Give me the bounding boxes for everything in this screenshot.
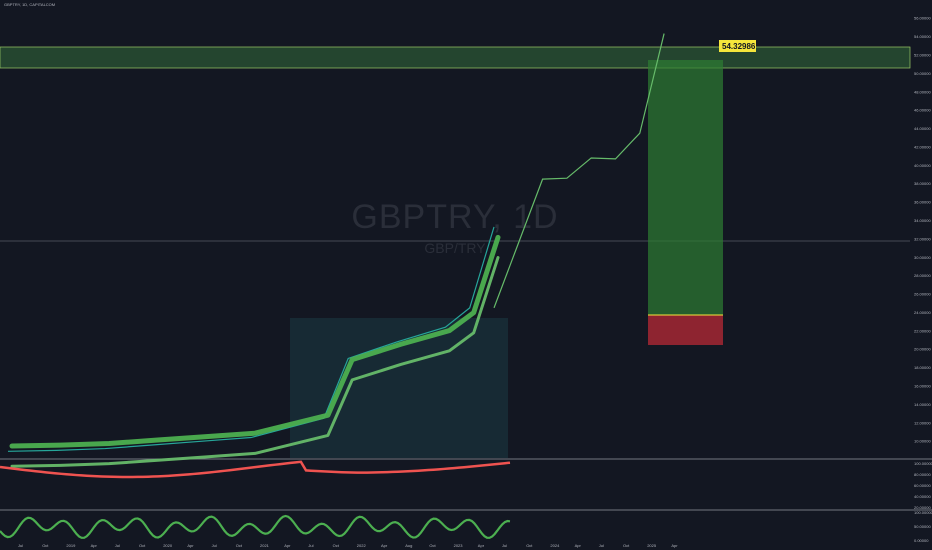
time-tick-label: Oct <box>429 543 436 548</box>
price-tick-label: 52.00000 <box>914 52 931 57</box>
time-tick-label: Aug <box>405 543 412 548</box>
time-tick-label: Jul <box>308 543 313 548</box>
time-tick-label: 2022 <box>357 543 367 548</box>
price-tick-label: 42.00000 <box>914 144 931 149</box>
indicator1-tick-label: 40.00000 <box>914 494 931 499</box>
time-tick-label: Apr <box>575 543 582 548</box>
price-tick-label: 16.00000 <box>914 384 931 389</box>
time-tick-label: 2024 <box>550 543 560 548</box>
projection-path <box>493 33 665 309</box>
time-tick-label: 2020 <box>163 543 173 548</box>
time-tick-label: Apr <box>671 543 678 548</box>
price-tick-label: 50.00000 <box>914 71 931 76</box>
time-tick-label: Oct <box>526 543 533 548</box>
resistance-zone <box>0 46 911 69</box>
price-tick-label: 24.00000 <box>914 310 931 315</box>
price-tick-label: 26.00000 <box>914 292 931 297</box>
price-tick-label: 10.00000 <box>914 439 931 444</box>
time-tick-label: Jul <box>18 543 23 548</box>
indicator2-tick-label: 50.00000 <box>914 524 931 529</box>
indicator2-tick-label: 0.00000 <box>914 538 929 543</box>
time-tick-label: Oct <box>42 543 49 548</box>
price-tick-label: 30.00000 <box>914 255 931 260</box>
time-tick-label: Jul <box>212 543 217 548</box>
price-tick-label: 34.00000 <box>914 218 931 223</box>
time-tick-label: 2025 <box>647 543 657 548</box>
price-tick-label: 22.00000 <box>914 328 931 333</box>
price-tick-label: 14.00000 <box>914 402 931 407</box>
price-tick-label: 48.00000 <box>914 89 931 94</box>
time-tick-label: Oct <box>236 543 243 548</box>
price-tick-label: 46.00000 <box>914 108 931 113</box>
time-tick-label: Jul <box>599 543 604 548</box>
position-stop-zone <box>648 315 723 345</box>
price-chart[interactable]: 56.00000 54.00000 52.00000 50.00000 48.00000… <box>0 0 932 550</box>
price-tick-label: 56.00000 <box>914 16 931 21</box>
time-tick-label: Apr <box>284 543 291 548</box>
price-tick-label: 38.00000 <box>914 181 931 186</box>
time-tick-label: Jul <box>115 543 120 548</box>
time-tick-label: Oct <box>139 543 146 548</box>
time-tick-label: Apr <box>91 543 98 548</box>
price-tick-label: 54.00000 <box>914 34 931 39</box>
price-tick-label: 12.00000 <box>914 420 931 425</box>
time-tick-label: 2019 <box>66 543 76 548</box>
price-tick-label: 20.00000 <box>914 347 931 352</box>
position-profit-zone <box>648 60 723 315</box>
price-tick-label: 44.00000 <box>914 126 931 131</box>
indicator2-tick-label: 100.00000 <box>914 510 932 515</box>
time-tick-label: Apr <box>381 543 388 548</box>
time-tick-label: Oct <box>623 543 630 548</box>
price-tick-label: 36.00000 <box>914 200 931 205</box>
time-tick-label: Jul <box>502 543 507 548</box>
time-tick-label: Apr <box>478 543 485 548</box>
price-tick-label: 32.00000 <box>914 236 931 241</box>
indicator1-tick-label: 100.00000 <box>914 461 932 466</box>
time-tick-label: Apr <box>187 543 194 548</box>
time-tick-label: 2021 <box>260 543 270 548</box>
time-tick-label: Oct <box>333 543 340 548</box>
price-tick-label: 40.00000 <box>914 163 931 168</box>
price-tick-label: 28.00000 <box>914 273 931 278</box>
target-price-label: 54.32986 <box>722 42 756 51</box>
price-tick-label: 18.00000 <box>914 365 931 370</box>
indicator1-tick-label: 80.00000 <box>914 472 931 477</box>
indicator1-tick-label: 60.00000 <box>914 483 931 488</box>
indicator2-line <box>0 514 511 539</box>
time-tick-label: 2023 <box>454 543 464 548</box>
